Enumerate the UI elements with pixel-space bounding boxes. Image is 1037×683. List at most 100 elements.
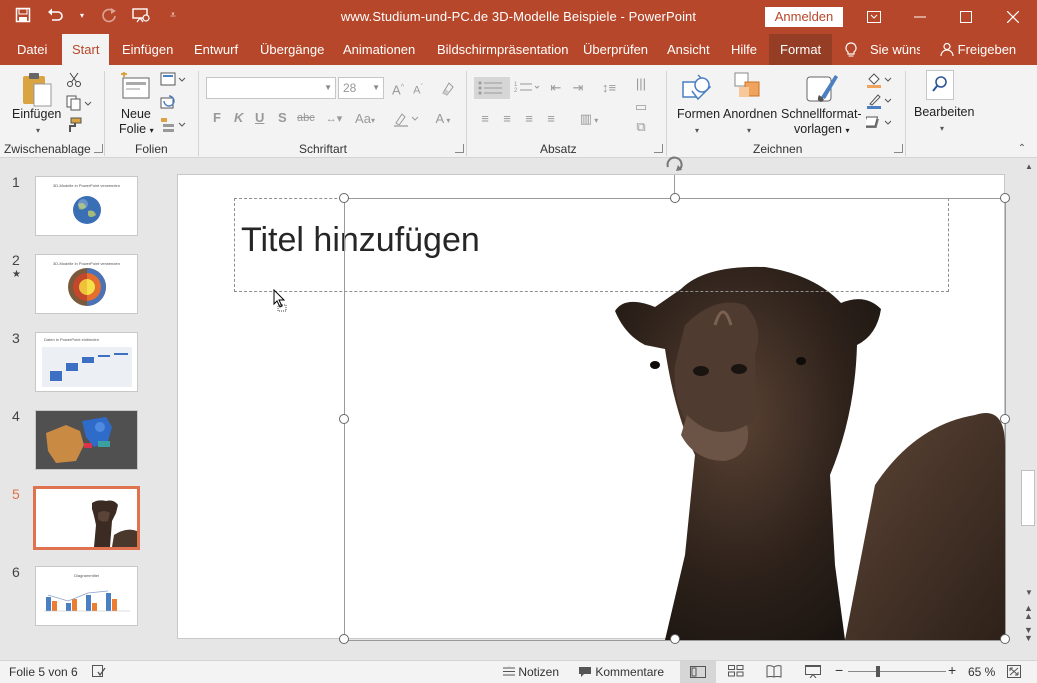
shrink-font-icon[interactable]: Aˇ (410, 80, 426, 97)
arrange-button[interactable]: Anordnen (723, 107, 777, 122)
tab-ansicht[interactable]: Ansicht (667, 34, 710, 65)
align-right-icon[interactable]: ≡ (521, 111, 537, 127)
shape-outline-icon[interactable] (866, 93, 892, 109)
tab-uebergaenge[interactable]: Übergänge (260, 34, 324, 65)
zoom-slider-thumb[interactable] (875, 666, 880, 677)
tab-hilfe[interactable]: Hilfe (731, 34, 757, 65)
slide-thumbnail-6[interactable]: Diagrammtitel (35, 566, 138, 626)
resize-handle-bl[interactable] (339, 634, 349, 644)
bold-button[interactable]: F (213, 110, 221, 125)
font-size-combo[interactable]: 28 ▼ (338, 77, 384, 99)
shape-effects-icon[interactable] (863, 115, 892, 131)
format-painter-icon[interactable] (66, 117, 82, 133)
drawing-launcher-icon[interactable] (894, 144, 903, 153)
resize-handle-r[interactable] (1000, 414, 1010, 424)
reset-slide-icon[interactable] (160, 95, 176, 111)
zoom-level[interactable]: 65 % (968, 665, 995, 679)
arrange-dropdown-icon[interactable]: ▾ (741, 123, 757, 139)
columns-icon[interactable]: ▥ ▾ (574, 111, 604, 127)
tell-me-input[interactable]: Sie wünsc (870, 34, 920, 65)
quick-styles-label-2[interactable]: vorlagen ▾ (794, 122, 849, 138)
slide-sorter-icon[interactable] (728, 665, 744, 680)
scrollbar-thumb[interactable] (1021, 470, 1035, 526)
shape-fill-icon[interactable] (866, 72, 892, 88)
paste-icon[interactable] (20, 72, 54, 108)
tab-start[interactable]: Start (62, 34, 110, 65)
shapes-icon[interactable] (680, 71, 714, 105)
quick-styles-icon[interactable] (805, 71, 839, 105)
align-left-icon[interactable]: ≡ (477, 111, 493, 127)
slide-thumbnail-4[interactable] (35, 410, 138, 470)
zoom-slider[interactable] (848, 671, 946, 672)
clipboard-launcher-icon[interactable] (94, 144, 103, 153)
signin-button[interactable]: Anmelden (765, 7, 843, 27)
justify-icon[interactable]: ≡ (543, 111, 559, 127)
layout-icon[interactable] (160, 72, 186, 88)
scroll-down-icon[interactable]: ▼ (1025, 588, 1033, 597)
shapes-dropdown-icon[interactable]: ▾ (689, 123, 705, 139)
quick-styles-label-1[interactable]: Schnellformat- (781, 107, 862, 122)
align-center-icon[interactable]: ≡ (499, 111, 515, 127)
ribbon-display-options-icon[interactable] (851, 0, 897, 34)
paste-button[interactable]: Einfügen (12, 107, 61, 122)
scroll-up-icon[interactable]: ▲ (1025, 162, 1033, 171)
align-text-icon[interactable]: ▭ (629, 99, 653, 115)
tab-animationen[interactable]: Animationen (343, 34, 415, 65)
fit-to-window-icon[interactable] (1007, 665, 1021, 681)
image-selection-frame[interactable] (339, 193, 1010, 644)
accessibility-check-icon[interactable] (92, 665, 106, 681)
next-slide-icon[interactable]: ▼ ▼ (1024, 626, 1033, 643)
smartart-convert-icon[interactable]: ⧉ (629, 119, 653, 135)
share-button[interactable]: Freigeben (940, 34, 1016, 65)
lightbulb-icon[interactable] (844, 34, 858, 65)
resize-handle-b[interactable] (670, 634, 680, 644)
italic-button[interactable]: K (234, 110, 243, 125)
tab-entwurf[interactable]: Entwurf (194, 34, 238, 65)
reading-view-icon[interactable] (766, 665, 782, 681)
numbering-icon[interactable]: 12 (512, 77, 542, 99)
font-color-icon[interactable]: A ▾ (428, 111, 458, 127)
normal-view-button[interactable] (680, 661, 716, 683)
tab-bildschirmpraesentation[interactable]: Bildschirmpräsentation (437, 34, 569, 65)
tab-format[interactable]: Format (769, 34, 833, 65)
slideshow-icon[interactable] (805, 665, 821, 681)
tab-datei[interactable]: Datei (17, 34, 47, 65)
character-spacing-icon[interactable]: ↔▾ (322, 111, 346, 127)
minimize-icon[interactable] (897, 0, 943, 34)
copy-icon[interactable] (66, 95, 92, 111)
resize-handle-l[interactable] (339, 414, 349, 424)
highlight-icon[interactable] (392, 111, 422, 127)
resize-handle-t[interactable] (670, 193, 680, 203)
clear-formatting-icon[interactable] (440, 80, 456, 96)
shadow-button[interactable]: S (278, 110, 287, 125)
search-icon[interactable] (926, 70, 954, 100)
decrease-indent-icon[interactable]: ⇤ (548, 80, 564, 96)
zoom-in-button[interactable]: + (948, 662, 956, 678)
new-slide-icon[interactable] (119, 71, 153, 104)
underline-button[interactable]: U (255, 110, 264, 125)
strikethrough-button[interactable]: abc (297, 112, 315, 124)
editing-button[interactable]: Bearbeiten (914, 105, 974, 120)
vertical-scrollbar[interactable]: ▲ ▼ ▲ ▲ ▼ ▼ (1020, 158, 1037, 660)
comments-button[interactable]: Kommentare (578, 665, 664, 679)
slide-thumbnail-3[interactable]: Daten in PowerPoint einbinden (35, 332, 138, 392)
font-launcher-icon[interactable] (455, 144, 464, 153)
arrange-icon[interactable] (733, 71, 765, 103)
new-slide-label-2[interactable]: Folie ▾ (119, 122, 154, 138)
paragraph-launcher-icon[interactable] (654, 144, 663, 153)
slide-canvas[interactable]: Titel hinzufügen (177, 156, 1010, 644)
slide-thumbnail-2[interactable]: 3D-Modelle in PowerPoint verwenden (35, 254, 138, 314)
collapse-ribbon-icon[interactable]: ⌃ (1014, 141, 1030, 157)
notes-button[interactable]: Notizen (503, 664, 559, 679)
increase-indent-icon[interactable]: ⇥ (570, 80, 586, 96)
text-direction-icon[interactable]: ||| (629, 76, 653, 92)
rotate-handle-icon[interactable] (663, 153, 687, 175)
slide-thumbnail-5[interactable] (33, 486, 140, 550)
resize-handle-br[interactable] (1000, 634, 1010, 644)
close-icon[interactable] (990, 0, 1036, 34)
section-icon[interactable] (160, 117, 186, 133)
tab-ueberpruefen[interactable]: Überprüfen (583, 34, 648, 65)
zoom-out-button[interactable]: − (835, 662, 843, 678)
cut-icon[interactable] (66, 72, 82, 88)
maximize-icon[interactable] (943, 0, 989, 34)
